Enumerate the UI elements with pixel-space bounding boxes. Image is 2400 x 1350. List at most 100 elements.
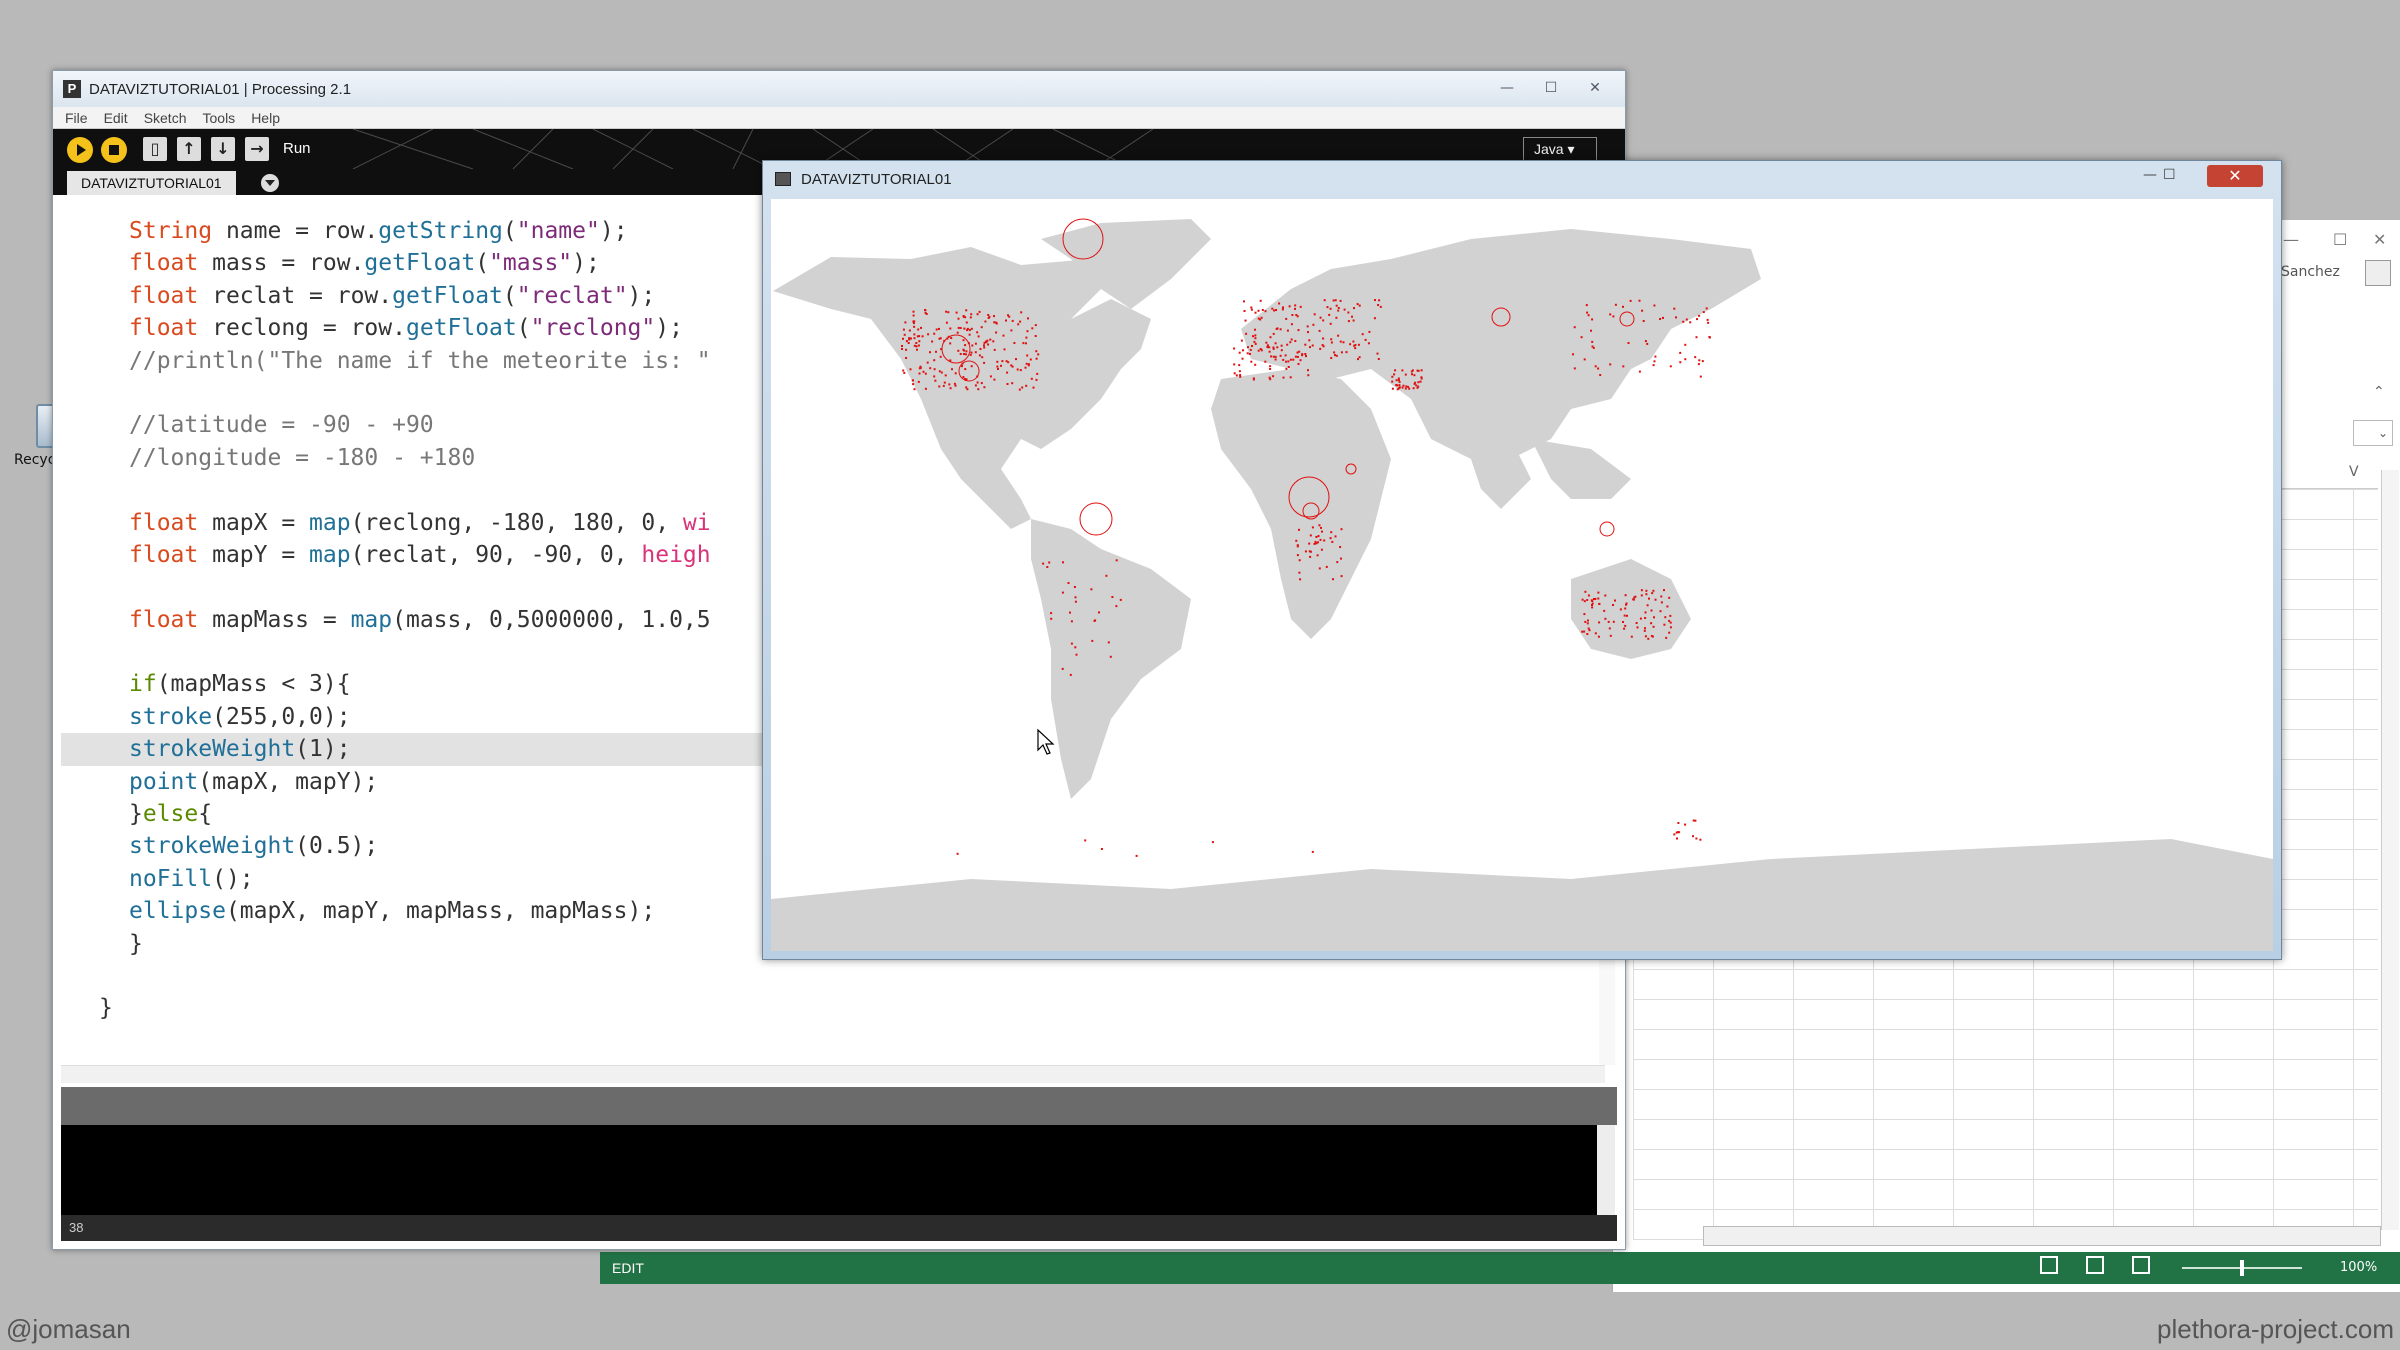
console-output[interactable] [61,1125,1603,1215]
meteorite-dot [1314,540,1317,543]
meteorite-dot [1412,387,1415,390]
menu-edit[interactable]: Edit [104,110,128,126]
meteorite-dot [1245,332,1248,335]
menu-file[interactable]: File [65,110,88,126]
meteorite-dot [1675,316,1677,319]
meteorite-dot [1413,374,1416,377]
save-icon[interactable]: ↓ [211,137,235,161]
code-line[interactable]: } [61,992,1611,1024]
meteorite-dot [1022,342,1025,345]
mode-selector[interactable]: Java ▾ [1523,137,1597,161]
meteorite-dot [1282,358,1285,361]
meteorite-dot [1249,348,1252,351]
meteorite-dot [1285,360,1288,363]
menu-help[interactable]: Help [251,110,280,126]
console-scrollbar[interactable] [1597,1125,1615,1215]
new-file-icon[interactable]: ▯ [143,137,167,161]
tab-dataviztutorial01[interactable]: DATAVIZTUTORIAL01 [67,171,236,195]
meteorite-dot [1091,639,1094,642]
meteorite-dot [1024,366,1027,369]
code-token: map [309,541,351,568]
maximize-icon[interactable]: ☐ [2333,230,2347,249]
vertical-scrollbar[interactable] [2381,470,2399,1230]
maximize-icon[interactable]: ☐ [2163,167,2176,183]
meteorite-dot [1597,635,1600,638]
maximize-icon[interactable]: ☐ [1531,77,1571,99]
chevron-up-icon[interactable]: ⌃ [2373,384,2385,400]
meteorite-dot [1583,630,1586,633]
meteorite-dot [1304,353,1307,355]
meteorite-dot [1031,327,1034,330]
export-icon[interactable]: → [245,137,269,161]
meteorite-dot [1652,625,1655,628]
meteorite-dot [1340,557,1342,560]
meteorite-dot [1008,315,1011,318]
meteorite-dot [1612,315,1615,318]
horizontal-scrollbar[interactable] [1703,1226,2381,1246]
meteorite-dot [1326,306,1329,309]
meteorite-dot [1603,609,1606,612]
close-icon[interactable]: ✕ [2373,230,2386,249]
open-icon[interactable]: ↑ [177,137,201,161]
meteorite-dot [1282,306,1284,309]
ide-titlebar[interactable]: P DATAVIZTUTORIAL01 | Processing 2.1 [53,71,1625,107]
meteorite-dot [993,378,996,381]
menu-tools[interactable]: Tools [203,110,236,126]
minimize-icon[interactable]: — [2143,167,2157,183]
meteorite-dot [1238,370,1241,373]
meteorite-dot [1645,589,1648,592]
minimize-icon[interactable]: — [1487,77,1527,99]
meteorite-dot [1587,314,1590,317]
user-avatar-icon[interactable] [2365,260,2391,286]
editor-horizontal-scrollbar[interactable] [61,1065,1605,1083]
code-line[interactable] [61,960,1611,992]
run-button[interactable] [67,137,93,163]
meteorite-dot [1353,344,1356,347]
run-label: Run [283,140,311,157]
meteorite-dot [1304,550,1307,553]
stop-button[interactable] [101,137,127,163]
normal-view-icon[interactable] [2040,1256,2058,1274]
code-token: map [350,606,393,633]
sketch-titlebar[interactable]: DATAVIZTUTORIAL01 [763,161,2281,197]
meteorite-dot [1651,592,1654,595]
meteorite-dot [1357,343,1360,346]
meteorite-dot [1313,542,1316,545]
page-layout-icon[interactable] [2086,1256,2104,1274]
page-break-icon[interactable] [2132,1256,2150,1274]
meteorite-dot [1094,619,1097,622]
tab-menu-arrow-icon[interactable] [261,174,279,192]
code-token: mapMass = [198,606,351,633]
zoom-slider-thumb[interactable] [2240,1260,2244,1276]
close-button[interactable]: ✕ [2207,165,2263,187]
meteorite-dot [1572,353,1574,356]
sketch-canvas[interactable] [771,199,2273,951]
meteorite-dot [959,327,962,329]
meteorite-dot [1592,346,1595,349]
meteorite-dot [1312,323,1315,326]
meteorite-dot [1645,593,1648,596]
minimize-icon[interactable]: — [2283,230,2299,249]
meteorite-dot [1317,535,1320,537]
meteorite-dot [1622,305,1624,308]
meteorite-dot [1257,317,1260,320]
meteorite-dot [1597,367,1600,370]
account-user-name[interactable]: Sanchez [2281,264,2340,280]
meteorite-dot [1318,567,1321,570]
code-token: if [129,671,157,698]
zoom-level[interactable]: 100% [2340,1260,2377,1275]
meteorite-dot [1673,833,1676,836]
meteorite-dot [1279,354,1282,357]
meteorite-dot [995,331,998,334]
menu-sketch[interactable]: Sketch [144,110,187,126]
name-box-dropdown[interactable]: ⌄ [2353,420,2393,446]
meteorite-dot [1272,346,1275,349]
meteorite-dot [1260,316,1263,319]
meteorite-dot [1401,386,1404,389]
meteorite-dot [1296,545,1299,548]
meteorite-dot [1264,310,1267,313]
close-icon[interactable]: ✕ [1575,77,1615,99]
meteorite-dot [902,328,905,331]
meteorite-dot [1694,819,1697,822]
meteorite-dot [976,381,979,384]
